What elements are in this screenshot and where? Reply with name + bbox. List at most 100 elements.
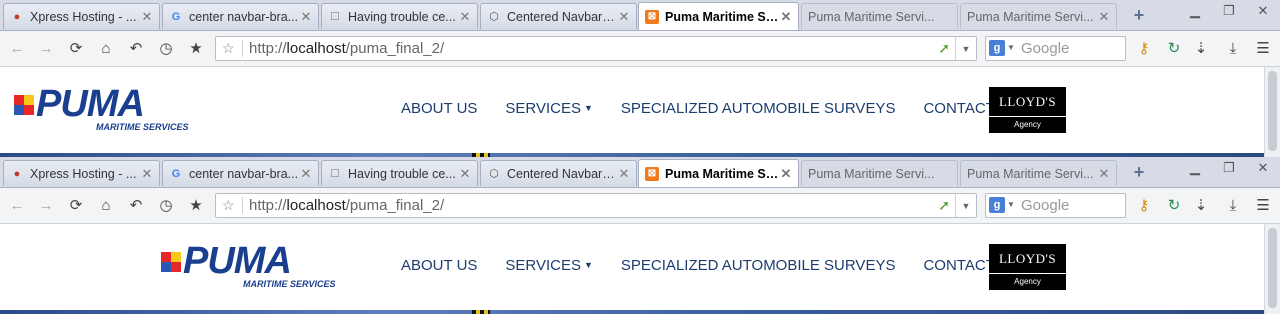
tab-having-trouble[interactable]: ☐ Having trouble ce... ✕	[321, 160, 478, 186]
download-icon[interactable]: ⤓	[1222, 37, 1244, 59]
url-text[interactable]: http://localhost/puma_final_2/	[249, 197, 444, 214]
tab-puma-maritime-2[interactable]: Puma Maritime Servi...	[801, 3, 958, 29]
lloyds-name: LLOYD'S	[998, 251, 1057, 266]
logo-subtitle: MARITIME SERVICES	[96, 122, 189, 132]
search-bar[interactable]: g ▼ Google	[985, 193, 1126, 218]
puma-logo[interactable]: PUMA MARITIME SERVICES	[14, 85, 194, 135]
nav-specialized-surveys[interactable]: SPECIALIZED AUTOMOBILE SURVEYS	[621, 100, 896, 117]
window-close-icon[interactable]: ✕	[1246, 0, 1280, 22]
page-scrollbar[interactable]	[1264, 67, 1280, 157]
chevron-down-icon[interactable]: ▼	[1007, 200, 1015, 209]
reload-icon[interactable]: ⟳	[65, 37, 87, 59]
tab-puma-maritime-3[interactable]: Puma Maritime Servi... ✕	[960, 3, 1117, 29]
restore-icon[interactable]: ❐	[1212, 157, 1246, 179]
nav-about-us[interactable]: ABOUT US	[401, 257, 477, 274]
navigation-toolbar: ← → ⟳ ⌂ ↶ ◷ ★ ☆ http://localhost/puma_fi…	[0, 188, 1280, 224]
extension-icon[interactable]: ⇣	[1190, 194, 1212, 216]
close-icon[interactable]: ✕	[300, 9, 312, 25]
menu-icon[interactable]: ☰	[1252, 194, 1274, 216]
tab-puma-maritime-2[interactable]: Puma Maritime Servi...	[801, 160, 958, 186]
menu-icon[interactable]: ☰	[1252, 37, 1274, 59]
close-icon[interactable]: ✕	[141, 9, 153, 25]
lloyds-agency-badge[interactable]: LLOYD'S Agency	[989, 244, 1066, 290]
url-dropdown-icon[interactable]: ▼	[955, 194, 976, 217]
minimize-icon[interactable]: ▁	[1178, 0, 1212, 22]
extension-icon[interactable]: ⇣	[1190, 37, 1212, 59]
nav-about-us[interactable]: ABOUT US	[401, 100, 477, 117]
go-arrow-icon[interactable]: ➚	[938, 197, 950, 214]
tab-center-navbar[interactable]: G center navbar-bra... ✕	[162, 3, 319, 29]
close-icon[interactable]: ✕	[780, 9, 792, 25]
url-bar[interactable]: ☆ http://localhost/puma_final_2/ ➚ ▼	[215, 193, 977, 218]
home-icon[interactable]: ⌂	[95, 37, 117, 59]
page-scrollbar[interactable]	[1264, 224, 1280, 314]
google-search-engine-icon[interactable]: g	[989, 197, 1005, 213]
close-icon[interactable]: ✕	[1098, 9, 1110, 25]
sync-icon[interactable]: ↻	[1163, 194, 1185, 216]
nav-specialized-surveys[interactable]: SPECIALIZED AUTOMOBILE SURVEYS	[621, 257, 896, 274]
window-close-icon[interactable]: ✕	[1246, 157, 1280, 179]
bookmarks-star-icon[interactable]: ★	[185, 37, 207, 59]
close-icon[interactable]: ✕	[300, 166, 312, 182]
undo-close-tab-icon[interactable]: ↶	[125, 37, 147, 59]
close-icon[interactable]: ✕	[618, 166, 630, 182]
tab-xpress-hosting[interactable]: ● Xpress Hosting - ... ✕	[3, 3, 160, 29]
key-icon[interactable]: ⚷	[1133, 37, 1155, 59]
restore-icon[interactable]: ❐	[1212, 0, 1246, 22]
tab-center-navbar[interactable]: G center navbar-bra... ✕	[162, 160, 319, 186]
forward-icon[interactable]: →	[35, 37, 57, 59]
xpress-favicon-icon: ●	[13, 167, 21, 180]
close-icon[interactable]: ✕	[780, 166, 792, 182]
close-icon[interactable]: ✕	[459, 9, 471, 25]
search-bar[interactable]: g ▼ Google	[985, 36, 1126, 61]
nav-services[interactable]: SERVICES ▼	[505, 257, 593, 274]
bookmark-page-icon[interactable]: ☆	[222, 40, 235, 57]
tab-puma-maritime-active[interactable]: ⊠ Puma Maritime Se... ✕	[638, 159, 799, 187]
google-search-engine-icon[interactable]: g	[989, 40, 1005, 56]
screenshot-2: ● Xpress Hosting - ... ✕ G center navbar…	[0, 157, 1280, 314]
bookmark-page-icon[interactable]: ☆	[222, 197, 235, 214]
history-icon[interactable]: ◷	[155, 194, 177, 216]
close-icon[interactable]: ✕	[618, 9, 630, 25]
home-icon[interactable]: ⌂	[95, 194, 117, 216]
close-icon[interactable]: ✕	[1098, 166, 1110, 182]
forward-icon[interactable]: →	[35, 194, 57, 216]
nav-services-label: SERVICES	[505, 100, 581, 117]
go-arrow-icon[interactable]: ➚	[938, 40, 950, 57]
close-icon[interactable]: ✕	[459, 166, 471, 182]
tab-puma-maritime-active[interactable]: ⊠ Puma Maritime Se... ✕	[638, 2, 799, 30]
chevron-down-icon[interactable]: ▼	[1007, 43, 1015, 52]
tab-centered-navbar[interactable]: ⬡ Centered Navbar I... ✕	[480, 3, 637, 29]
url-separator	[242, 40, 243, 57]
back-icon[interactable]: ←	[6, 37, 28, 59]
stackoverflow-favicon-icon: ☐	[330, 11, 340, 23]
scrollbar-thumb[interactable]	[1268, 228, 1277, 308]
new-tab-icon[interactable]: +	[1128, 161, 1150, 183]
tab-centered-navbar[interactable]: ⬡ Centered Navbar I... ✕	[480, 160, 637, 186]
new-tab-icon[interactable]: +	[1128, 4, 1150, 26]
key-icon[interactable]: ⚷	[1133, 194, 1155, 216]
main-nav: ABOUT US SERVICES ▼ SPECIALIZED AUTOMOBIL…	[401, 100, 1048, 117]
tab-xpress-hosting[interactable]: ● Xpress Hosting - ... ✕	[3, 160, 160, 186]
sync-icon[interactable]: ↻	[1163, 37, 1185, 59]
history-icon[interactable]: ◷	[155, 37, 177, 59]
url-bar[interactable]: ☆ http://localhost/puma_final_2/ ➚ ▼	[215, 36, 977, 61]
bookmarks-star-icon[interactable]: ★	[185, 194, 207, 216]
close-icon[interactable]: ✕	[141, 166, 153, 182]
minimize-icon[interactable]: ▁	[1178, 157, 1212, 179]
undo-close-tab-icon[interactable]: ↶	[125, 194, 147, 216]
tab-puma-maritime-3[interactable]: Puma Maritime Servi... ✕	[960, 160, 1117, 186]
nav-services[interactable]: SERVICES ▼	[505, 100, 593, 117]
download-icon[interactable]: ⤓	[1222, 194, 1244, 216]
logo-word: PUMA	[36, 83, 145, 125]
reload-icon[interactable]: ⟳	[65, 194, 87, 216]
puma-logo[interactable]: PUMA MARITIME SERVICES	[161, 242, 341, 292]
url-dropdown-icon[interactable]: ▼	[955, 37, 976, 60]
back-icon[interactable]: ←	[6, 194, 28, 216]
url-text[interactable]: http://localhost/puma_final_2/	[249, 40, 444, 57]
tab-having-trouble[interactable]: ☐ Having trouble ce... ✕	[321, 3, 478, 29]
scrollbar-thumb[interactable]	[1268, 71, 1277, 151]
lloyds-agency-badge[interactable]: LLOYD'S Agency	[989, 87, 1066, 133]
google-favicon-icon: G	[171, 10, 181, 23]
hero-banner-edge	[0, 310, 1264, 314]
